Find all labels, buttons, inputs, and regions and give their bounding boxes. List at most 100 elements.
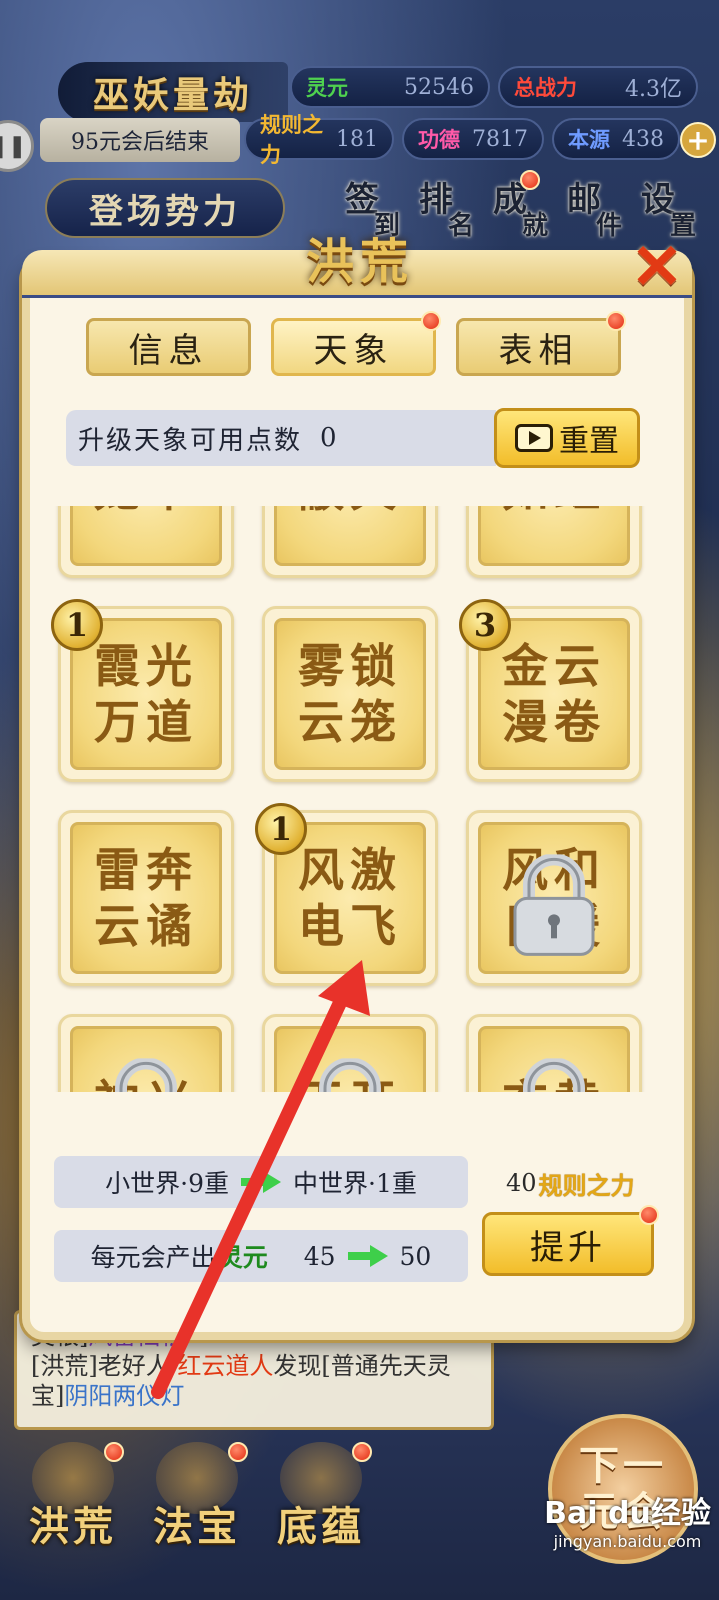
skill-name: 雾锁云笼	[298, 639, 402, 749]
menu-sub-char: 件	[595, 211, 622, 241]
level-badge: 1	[255, 803, 307, 855]
notification-dot	[421, 311, 441, 331]
lock-icon	[511, 853, 597, 958]
upgrade-label: 提升	[530, 1227, 606, 1268]
output-from: 45	[303, 1241, 336, 1271]
tier-from: 小世界·9重	[105, 1169, 229, 1198]
watermark-brand: Bai du经验	[544, 1496, 711, 1531]
skill-name: 金云漫卷	[502, 639, 606, 749]
output-to: 50	[399, 1241, 432, 1271]
skill-name: 雷奔云谲	[94, 843, 198, 953]
skill-cell[interactable]: 金云漫卷 3	[459, 599, 642, 782]
skill-cell[interactable]: 玄黄	[466, 1014, 642, 1092]
menu-sub-char: 就	[521, 211, 548, 241]
skill-cell[interactable]: 霞光万道 1	[51, 599, 234, 782]
watermark-url: jingyan.baidu.com	[553, 1532, 702, 1551]
lock-icon	[511, 1057, 597, 1092]
skill-name: 如虹	[489, 506, 619, 518]
menu-mail[interactable]: 邮 件	[552, 172, 622, 241]
add-resource-button[interactable]: +	[680, 122, 716, 158]
log-actor: 红云道人	[177, 1352, 274, 1380]
stat-label: 总战力	[514, 75, 577, 100]
skill-cell[interactable]: 风激电飞 1	[255, 803, 438, 986]
skill-grid: 笼罩蔽天如虹霞光万道1雾锁云笼金云漫卷3雷奔云谲风激电飞1风和日暖神光天开玄黄	[51, 506, 642, 1092]
tab-label: 信息	[128, 330, 209, 371]
watermark-logo: Bai du经验 jingyan.baidu.com	[540, 1488, 715, 1588]
stat-label: 灵元	[306, 75, 348, 100]
skill-cell[interactable]: 神光	[58, 1014, 234, 1092]
game-mode-title: 巫妖量劫	[58, 62, 288, 122]
upgrade-button[interactable]: 提升	[482, 1205, 659, 1276]
reset-button[interactable]: 重置	[494, 408, 640, 468]
skill-cell-face: 雾锁云笼	[274, 618, 426, 770]
log-item: 阴阳两仪灯	[64, 1382, 185, 1410]
points-value: 0	[320, 423, 339, 453]
notification-dot	[639, 1205, 659, 1225]
skill-cell-face: 如虹	[478, 506, 630, 566]
skill-cell[interactable]: 笼罩	[58, 506, 234, 578]
tab-tianxiang[interactable]: 天象	[271, 311, 441, 376]
tab-label: 天象	[313, 330, 394, 371]
bottom-nav: 洪荒 法宝 底蕴	[22, 1442, 372, 1552]
lock-icon	[103, 1057, 189, 1092]
skill-cell-face: 笼罩	[70, 506, 222, 566]
skill-cell[interactable]: 雷奔云谲	[58, 810, 234, 986]
nav-label: 洪荒	[29, 1503, 117, 1550]
tab-label: 表相	[498, 330, 579, 371]
skill-name: 笼罩	[81, 506, 211, 518]
menu-achievement[interactable]: 成 就	[478, 170, 548, 241]
tab-info[interactable]: 信息	[86, 318, 251, 376]
notification-dot	[228, 1442, 248, 1462]
stat-value: 4.3亿	[625, 77, 682, 102]
nav-label: 底蕴	[277, 1503, 365, 1550]
cost-value: 40	[506, 1169, 537, 1197]
video-ad-icon	[515, 424, 553, 452]
notification-dot	[520, 170, 540, 190]
output-label: 每元会产出	[90, 1243, 216, 1272]
output-resource: 灵元	[217, 1243, 268, 1272]
available-points-bar: 升级天象可用点数 0	[66, 410, 496, 466]
skill-cell[interactable]: 如虹	[466, 506, 642, 578]
stat-merit: 功德 7817	[402, 118, 544, 160]
skill-name: 风激电飞	[298, 843, 402, 953]
green-arrow-icon	[347, 1245, 388, 1267]
stat-value: 7817	[472, 126, 528, 152]
stat-rule-power: 规则之力 181	[244, 112, 394, 167]
close-icon: ✕	[631, 230, 683, 303]
tab-biaoxiang[interactable]: 表相	[456, 311, 626, 376]
faction-button[interactable]: 登场势力	[45, 178, 285, 238]
cost-label: 规则之力	[538, 1170, 635, 1200]
stat-label: 功德	[418, 127, 460, 152]
skill-cell[interactable]: 天开	[262, 1014, 438, 1092]
skill-cell[interactable]: 风和日暖	[466, 810, 642, 986]
tier-to: 中世界·1重	[293, 1169, 417, 1198]
tier-progress-bar: 小世界·9重 中世界·1重	[54, 1156, 468, 1208]
stats-row-bottom: 规则之力 181 功德 7817 本源 438	[244, 112, 680, 167]
skill-name: 霞光万道	[94, 639, 198, 749]
green-arrow-icon	[241, 1171, 281, 1193]
notification-dot	[352, 1442, 372, 1462]
close-button[interactable]: ✕	[628, 236, 686, 298]
skill-grid-scroll[interactable]: 笼罩蔽天如虹霞光万道1雾锁云笼金云漫卷3雷奔云谲风激电飞1风和日暖神光天开玄黄	[46, 506, 666, 1092]
stat-origin: 本源 438	[552, 118, 680, 160]
nav-diyun[interactable]: 底蕴	[270, 1442, 372, 1552]
upgrade-cost: 40 规则之力	[506, 1166, 636, 1200]
level-badge: 3	[459, 599, 511, 651]
skill-cell[interactable]: 蔽天	[262, 506, 438, 578]
nav-honghuang[interactable]: 洪荒	[22, 1442, 124, 1552]
nav-fabao[interactable]: 法宝	[146, 1442, 248, 1552]
panel-tabs: 信息 天象 表相	[86, 311, 626, 376]
stat-value: 438	[622, 126, 664, 152]
skill-cell[interactable]: 雾锁云笼	[262, 606, 438, 782]
panel-title: 洪荒	[305, 234, 414, 290]
level-badge: 1	[51, 599, 103, 651]
stat-total-power: 总战力 4.3亿	[498, 66, 698, 108]
stats-row-top: 灵元 52546 总战力 4.3亿	[290, 66, 698, 108]
notification-dot	[606, 311, 626, 331]
pause-icon: ❚❚	[0, 133, 27, 159]
stat-label: 本源	[568, 127, 610, 152]
stat-lingyuan: 灵元 52546	[290, 66, 490, 108]
reset-label: 重置	[559, 424, 619, 459]
skill-cell-face: 蔽天	[274, 506, 426, 566]
log-text: [洪荒]老好人·	[31, 1352, 178, 1380]
